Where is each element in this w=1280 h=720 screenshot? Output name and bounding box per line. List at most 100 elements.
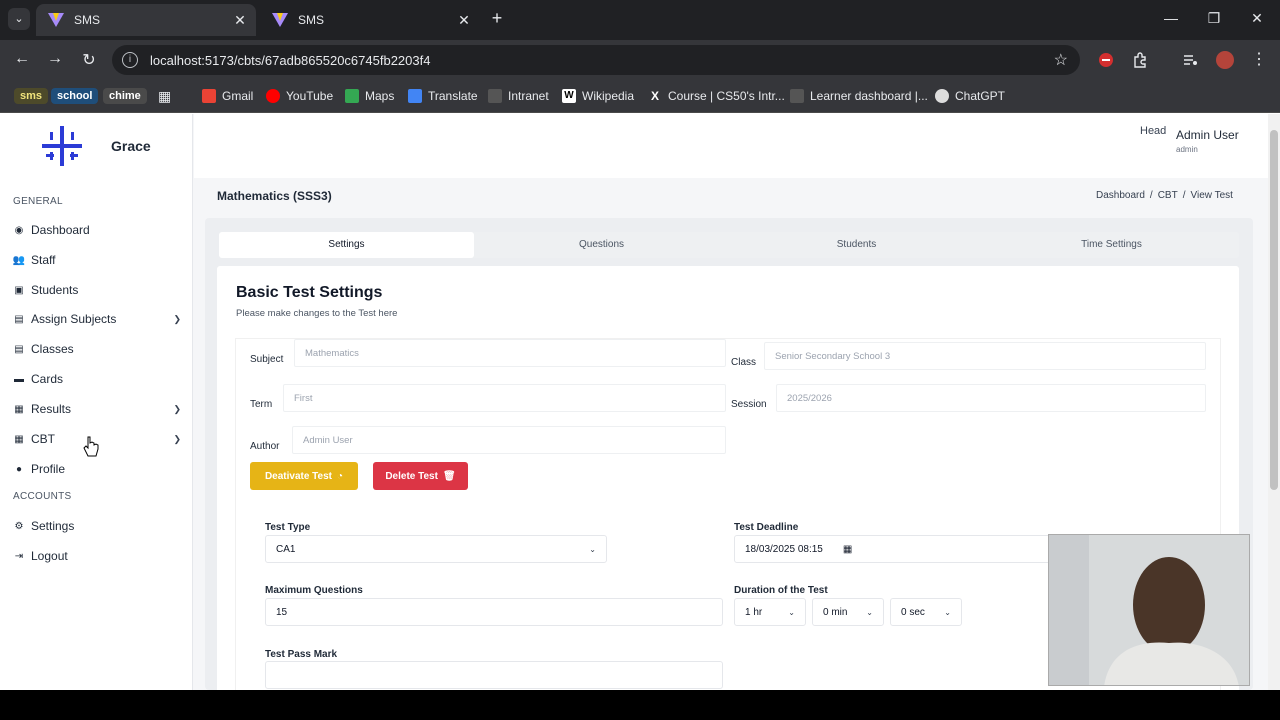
sidebar-item-logout[interactable]: ⇥ Logout (13, 545, 181, 567)
vite-favicon-icon (48, 13, 64, 27)
sidebar-item-classes[interactable]: ▤ Classes (13, 338, 181, 360)
scrollbar-thumb[interactable] (1270, 130, 1278, 490)
tab-strip: ⌄ SMS ✕ SMS ✕ + — ❐ ✕ (0, 0, 1280, 40)
cbt-icon: ▦ (14, 433, 24, 445)
tab-search-button[interactable]: ⌄ (8, 8, 30, 30)
sidebar-item-cards[interactable]: ▬ Cards (13, 368, 181, 390)
close-window-icon[interactable]: ✕ (1242, 10, 1272, 27)
chevron-down-icon: ⌄ (944, 607, 951, 617)
trash-icon: 🗑 (442, 470, 456, 482)
bookmark-maps[interactable]: Maps (345, 87, 394, 105)
tab-questions[interactable]: Questions (474, 232, 729, 258)
browser-menu-icon[interactable]: ⋮ (1248, 49, 1270, 69)
delete-test-button[interactable]: Delete Test 🗑 (373, 462, 468, 490)
bookmark-star-icon[interactable]: ☆ (1054, 50, 1068, 70)
site-info-icon[interactable]: i (122, 52, 138, 68)
user-avatar[interactable]: Head (1140, 126, 1168, 156)
max-questions-label: Maximum Questions (265, 585, 363, 596)
new-tab-button[interactable]: + (486, 8, 508, 29)
duration-seconds-select[interactable]: 0 sec ⌄ (890, 598, 962, 626)
section-accounts: ACCOUNTS (13, 491, 72, 502)
wikipedia-icon: W (562, 89, 576, 103)
bookmark-learner[interactable]: Learner dashboard |... (790, 87, 928, 105)
letterbox-bar (0, 690, 1280, 720)
url-text[interactable]: localhost:5173/cbts/67adb865520c6745fb22… (150, 53, 1054, 68)
media-controls-icon[interactable] (1182, 52, 1198, 68)
back-icon[interactable]: ← (11, 50, 33, 68)
bookmark-school[interactable]: school (51, 87, 99, 105)
webcam-overlay (1048, 534, 1250, 686)
gmail-icon (202, 89, 216, 103)
page-title: Mathematics (SSS3) (217, 189, 332, 203)
card-subtitle: Please make changes to the Test here (236, 308, 398, 319)
logout-icon: ⇥ (14, 550, 24, 562)
translate-icon (408, 89, 422, 103)
author-label: Author (250, 441, 280, 452)
breadcrumb-dashboard[interactable]: Dashboard (1096, 190, 1145, 201)
tab-settings[interactable]: Settings (219, 232, 474, 258)
sidebar-item-students[interactable]: ▣ Students (13, 279, 181, 301)
bookmark-course[interactable]: X Course | CS50's Intr... (648, 87, 785, 105)
brand-logo-icon (42, 126, 82, 166)
extensions-puzzle-icon[interactable] (1132, 52, 1148, 68)
sidebar-item-profile[interactable]: ● Profile (13, 458, 181, 480)
minimize-icon[interactable]: — (1156, 10, 1186, 26)
tab-students[interactable]: Students (729, 232, 984, 258)
chevron-down-icon: ❯ (173, 403, 181, 414)
bookmark-sms[interactable]: sms (14, 87, 49, 105)
address-bar[interactable]: i localhost:5173/cbts/67adb865520c6745fb… (112, 45, 1080, 75)
session-field: 2025/2026 (776, 384, 1206, 412)
vite-favicon-icon (272, 13, 288, 27)
bookmark-intranet[interactable]: Intranet (488, 87, 549, 105)
sidebar-item-results[interactable]: ▦ Results ❯ (13, 398, 181, 420)
bookmark-gmail[interactable]: Gmail (202, 87, 253, 105)
sidebar-item-staff[interactable]: 👥 Staff (13, 249, 181, 271)
top-header: Head Admin User admin (194, 114, 1268, 178)
forward-icon[interactable]: → (44, 50, 66, 68)
breadcrumb: Dashboard / CBT / View Test (1096, 190, 1233, 201)
bookmark-translate[interactable]: Translate (408, 87, 478, 105)
apps-grid-icon[interactable]: ▦ (158, 87, 171, 105)
chevron-down-icon: ❯ (173, 313, 181, 324)
chevron-down-icon: ❯ (173, 433, 181, 444)
close-tab-icon[interactable]: ✕ (230, 12, 250, 29)
chevron-down-icon: ⌄ (788, 607, 795, 617)
reload-icon[interactable]: ↻ (78, 50, 100, 70)
webcam-person-image (1049, 535, 1249, 685)
staff-icon: 👥 (12, 254, 26, 266)
browser-tab-active[interactable]: SMS ✕ (36, 4, 256, 36)
profile-icon: ● (15, 463, 23, 475)
test-type-select[interactable]: CA1 ⌄ (265, 535, 607, 563)
breadcrumb-view-test: View Test (1190, 190, 1233, 201)
bookmark-chime[interactable]: chime (103, 87, 147, 105)
sidebar-item-dashboard[interactable]: ◉ Dashboard (13, 219, 181, 241)
calendar-icon[interactable]: ▦ (843, 544, 852, 555)
max-questions-input[interactable]: 15 (265, 598, 723, 626)
deadline-input[interactable]: 18/03/2025 08:15 ▦ (734, 535, 1054, 563)
maps-icon (345, 89, 359, 103)
test-tabs: Settings Questions Students Time Setting… (219, 232, 1239, 258)
duration-hours-select[interactable]: 1 hr ⌄ (734, 598, 806, 626)
browser-tab[interactable]: SMS ✕ (260, 4, 480, 36)
restore-icon[interactable]: ❐ (1199, 10, 1229, 27)
tab-title: SMS (298, 13, 325, 27)
sidebar-item-settings[interactable]: ⚙ Settings (13, 515, 181, 537)
adblock-extension-icon[interactable] (1098, 52, 1114, 68)
bookmark-chatgpt[interactable]: ChatGPT (935, 87, 1005, 105)
bookmark-youtube[interactable]: YouTube (266, 87, 333, 105)
youtube-icon (266, 89, 280, 103)
profile-avatar[interactable] (1216, 51, 1234, 69)
gear-icon: ⚙ (14, 520, 24, 532)
bookmark-wikipedia[interactable]: W Wikipedia (562, 87, 634, 105)
breadcrumb-cbt[interactable]: CBT (1158, 190, 1178, 201)
class-label: Class (731, 357, 757, 368)
user-name[interactable]: Admin User (1176, 128, 1239, 142)
sidebar-item-assign-subjects[interactable]: ▤ Assign Subjects ❯ (13, 308, 181, 330)
page-scrollbar[interactable] (1268, 114, 1280, 690)
pass-mark-input[interactable] (265, 661, 723, 689)
close-tab-icon[interactable]: ✕ (454, 12, 474, 29)
duration-minutes-select[interactable]: 0 min ⌄ (812, 598, 884, 626)
sidebar: Grace GENERAL ◉ Dashboard 👥 Staff ▣ Student… (0, 114, 193, 690)
tab-time-settings[interactable]: Time Settings (984, 232, 1239, 258)
deactivate-test-button[interactable]: Deativate Test ◔ (250, 462, 358, 490)
